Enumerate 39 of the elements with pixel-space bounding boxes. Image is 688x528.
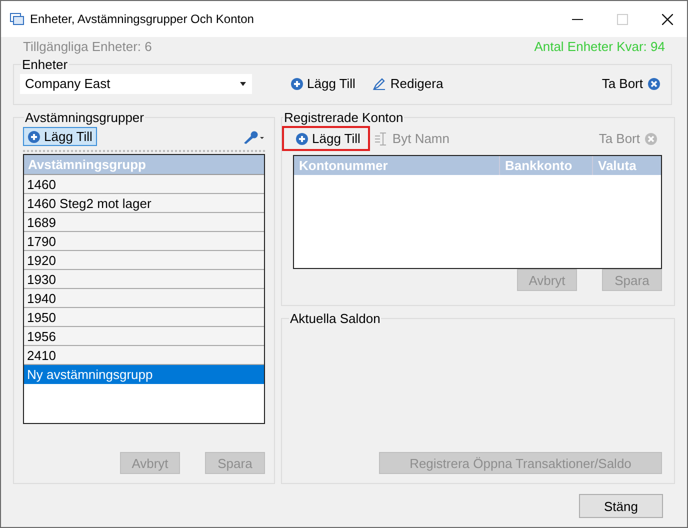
window-title: Enheter, Avstämningsgrupper Och Konton <box>30 12 254 26</box>
column-header: Bankkonto <box>500 156 593 175</box>
units-left-label: Antal Enheter Kvar: 94 <box>534 39 665 56</box>
column-header: Valuta <box>597 157 638 175</box>
list-row[interactable]: 1460 Steg2 mot lager <box>24 194 264 213</box>
edit-button[interactable]: Redigera <box>368 73 448 94</box>
text-cursor-icon <box>375 132 388 146</box>
column-header: Avstämningsgrupp <box>24 155 264 175</box>
list-row[interactable]: 1956 <box>24 327 264 346</box>
pencil-icon <box>373 78 386 90</box>
add-button[interactable]: Lägg Till <box>23 127 98 146</box>
column-header: Kontonummer <box>294 156 500 175</box>
close-icon[interactable] <box>662 14 673 24</box>
remove-circle-icon <box>648 78 660 90</box>
add-button[interactable]: Lägg Till <box>286 73 360 94</box>
group-title: Registrerade Konton <box>283 110 404 125</box>
list-row[interactable]: 1460 <box>24 175 264 194</box>
plus-circle-icon <box>296 132 308 144</box>
list-row[interactable]: 1920 <box>24 251 264 270</box>
windows-icon <box>10 13 24 25</box>
list-row[interactable]: 1689 <box>24 213 264 232</box>
add-button[interactable]: Lägg Till <box>282 126 370 151</box>
list-row[interactable]: 2410 <box>24 346 264 365</box>
available-units-label: Tillgängliga Enheter: 6 <box>23 39 152 56</box>
list-row[interactable]: 1950 <box>24 308 264 327</box>
close-button[interactable]: Stäng <box>579 494 663 518</box>
unit-dropdown[interactable]: Company East <box>20 74 252 94</box>
plus-circle-icon <box>291 78 303 90</box>
group-title: Aktuella Saldon <box>289 311 382 326</box>
list-row[interactable]: Ny avstämningsgrupp <box>24 365 264 384</box>
remove-button[interactable]: Ta Bort <box>596 73 665 94</box>
list-row[interactable]: 1790 <box>24 232 264 251</box>
remove-circle-icon <box>645 132 657 144</box>
list-row[interactable]: 1930 <box>24 270 264 289</box>
group-title: Enheter <box>21 57 69 72</box>
dropdown-caret-icon <box>240 82 246 86</box>
group-title: Avstämningsgrupper <box>24 110 145 125</box>
plus-circle-icon <box>28 130 40 142</box>
list-row[interactable]: 1940 <box>24 289 264 308</box>
